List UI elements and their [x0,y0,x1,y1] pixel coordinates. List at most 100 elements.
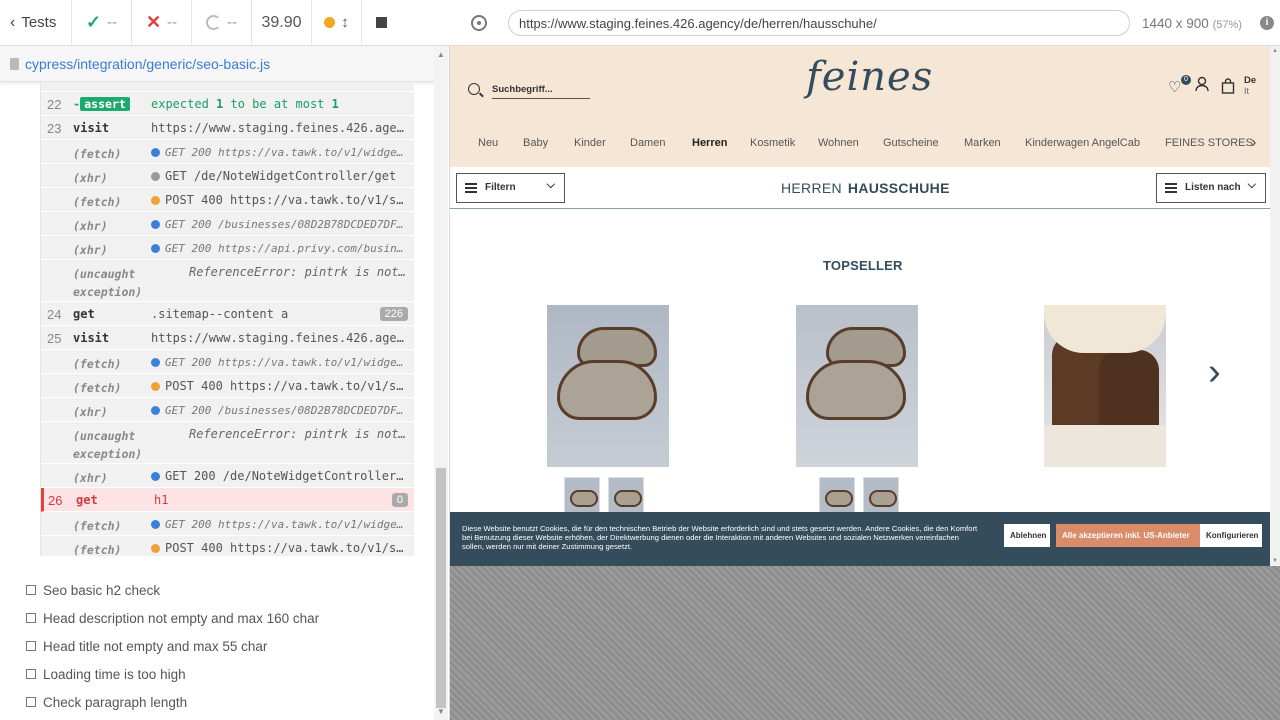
command-message: GET 200 https://api.privy.com/businesses [151,236,414,255]
lang-current: De [1244,75,1257,86]
blue-dot-icon [151,520,160,529]
command-message: POST 400 https://va.tawk.to/v1/session/s… [151,374,414,393]
command-name: visit [73,331,110,345]
nav-item[interactable]: Marken [964,137,1001,149]
command-row[interactable]: (fetch) GET 200 https://va.tawk.to/v1/wid… [41,350,414,374]
command-message: GET 200 /businesses/08D2B78DCDED7DF97A [151,212,414,231]
test-item[interactable]: Head title not empty and max 55 char [26,632,426,660]
filter-row: Filtern ⌵ HERREN HAUSSCHUHE Listen nach ⌵ [450,167,1270,209]
site-scrollbar[interactable]: ▲ ▼ [1270,46,1280,566]
scrollbar-thumb[interactable] [436,468,446,708]
test-item[interactable]: Head description not empty and max 160 c… [26,604,426,632]
command-row[interactable]: 25 visit https://www.staging.feines.426.ag… [41,326,414,350]
thumbnail[interactable] [819,477,855,513]
search-input[interactable]: Suchbegriff... [492,84,590,99]
spec-file-link[interactable]: cypress/integration/generic/seo-basic.js [25,56,270,72]
passed-count: -- [107,14,118,31]
test-status-icon [26,697,36,707]
carousel-next-icon[interactable]: › [1208,351,1221,394]
command-text: GET 200 /de/NoteWidgetController/get [165,469,414,483]
command-text: POST 400 https://va.tawk.to/v1/session/s… [165,541,414,555]
runner-scrollbar[interactable]: ▲ ▼ [434,46,448,720]
product-image[interactable] [547,305,669,467]
nav-item[interactable]: Neu [478,137,498,149]
viewport-size: 1440 x 900 (57%) [1142,16,1242,31]
nav-item[interactable]: Kinderwagen AngelCab [1025,137,1140,149]
chevron-down-icon: ⌵ [546,179,555,191]
command-row[interactable]: (uncaught exception) ReferenceError: pint… [41,260,414,302]
command-row[interactable]: (xhr) GET /de/NoteWidgetController/get [41,164,414,188]
command-row[interactable]: (xhr) GET 200 /businesses/08D2B78DCDED7DF… [41,212,414,236]
command-row[interactable]: 22 - assert expected 1 to be at most 1 [41,92,414,116]
test-item[interactable]: Loading time is too high [26,660,426,688]
bag-icon[interactable] [1221,78,1235,98]
blue-dot-icon [151,220,160,229]
command-row[interactable]: 26 get h1 0 [41,488,414,512]
command-row[interactable]: (fetch) POST 400 https://va.tawk.to/v1/se… [41,536,414,556]
scroll-up-icon[interactable]: ▲ [437,50,445,59]
command-name: - assert [73,92,151,111]
sort-label: Listen nach [1185,182,1241,193]
element-count-badge: 226 [379,307,408,321]
filter-label: Filtern [485,182,516,193]
nav-item[interactable]: FEINES STORES [1165,137,1253,149]
command-row[interactable]: (fetch) POST 400 https://va.tawk.to/v1/se… [41,188,414,212]
cookie-configure-button[interactable]: Konfigurieren [1200,524,1262,547]
selector-playground-icon[interactable] [471,15,487,31]
heart-icon[interactable]: ♡ [1168,78,1181,96]
product-image[interactable] [796,305,918,467]
scroll-down-icon[interactable]: ▼ [437,707,445,716]
command-row[interactable]: (xhr) GET 200 /businesses/08D2B78DCDED7DF… [41,398,414,422]
scroll-up-icon[interactable]: ▲ [1272,48,1278,54]
thumbnail[interactable] [608,477,644,513]
command-number [41,398,73,403]
command-text: GET 200 https://va.tawk.to/v1/widget-set… [165,518,414,531]
command-row[interactable]: (xhr) GET 200 /de/NoteWidgetController/ge… [41,464,414,488]
command-row[interactable] [41,82,414,92]
stop-button[interactable] [362,0,400,46]
nav-item[interactable]: Kinder [574,137,606,149]
command-number [41,422,73,427]
command-name: (fetch) [73,357,122,371]
site-header: Suchbegriff... feines ♡ 0 De It Neu Baby K… [450,46,1270,167]
command-name: visit [73,121,110,135]
scroll-down-icon[interactable]: ▼ [1272,558,1278,564]
pending-count: -- [227,14,237,31]
command-row[interactable]: (fetch) GET 200 https://va.tawk.to/v1/wid… [41,512,414,536]
nav-item[interactable]: Wohnen [818,137,859,149]
product-image[interactable] [1044,305,1166,467]
command-row[interactable]: 24 get .sitemap--content a 226 [41,302,414,326]
command-number [41,164,73,169]
filter-button[interactable]: Filtern ⌵ [456,173,565,203]
blue-dot-icon [151,406,160,415]
command-row[interactable]: (fetch) GET 200 https://va.tawk.to/v1/wid… [41,140,414,164]
command-row[interactable]: (uncaught exception) ReferenceError: pint… [41,422,414,464]
nav-item[interactable]: Baby [523,137,548,149]
auto-scroll-toggle[interactable]: ↕ [312,0,362,46]
nav-next-icon[interactable]: › [1251,134,1256,152]
command-number: 25 [47,331,62,346]
thumbnail[interactable] [863,477,899,513]
command-row[interactable]: (xhr) GET 200 https://api.privy.com/busin… [41,236,414,260]
cookie-decline-button[interactable]: Ablehnen [1004,524,1050,547]
scroll-arrows-icon: ↕ [341,14,349,31]
user-icon[interactable] [1195,76,1209,96]
thumbnail[interactable] [564,477,600,513]
back-to-tests-button[interactable]: ‹ Tests [0,0,72,46]
nav-item[interactable]: Damen [630,137,665,149]
nav-item[interactable]: Kosmetik [750,137,795,149]
info-icon[interactable]: i [1260,16,1274,30]
command-row[interactable]: (fetch) POST 400 https://va.tawk.to/v1/se… [41,374,414,398]
command-row[interactable]: 23 visit https://www.staging.feines.426.ag… [41,116,414,140]
nav-item[interactable]: Gutscheine [883,137,939,149]
language-switcher[interactable]: De It [1244,75,1257,97]
cookie-accept-all-button[interactable]: Alle akzeptieren inkl. US-Anbieter [1056,524,1200,547]
test-item[interactable]: Seo basic h2 check [26,576,426,604]
site-logo[interactable]: feines [806,54,933,100]
search-icon[interactable] [468,83,480,95]
blue-dot-icon [151,244,160,253]
test-item[interactable]: Check paragraph length [26,688,426,716]
sort-button[interactable]: Listen nach ⌵ [1156,173,1266,203]
blue-dot-icon [151,472,160,481]
nav-item[interactable]: Herren [692,137,727,149]
